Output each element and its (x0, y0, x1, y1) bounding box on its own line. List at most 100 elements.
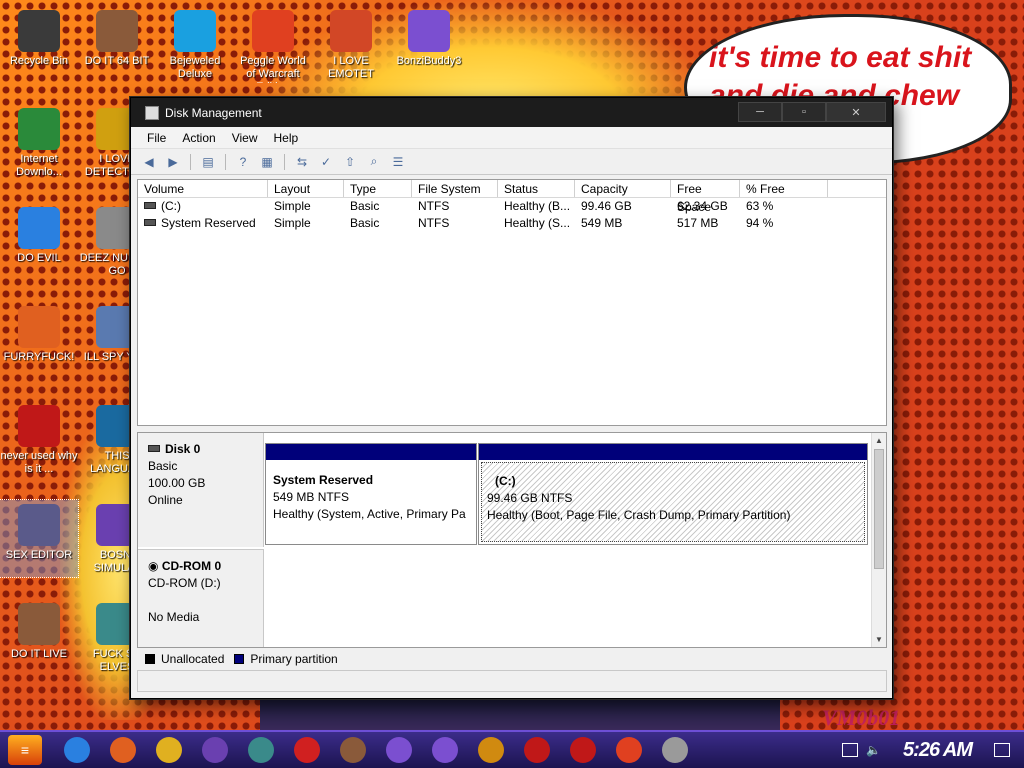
devcpp-icon (18, 405, 60, 447)
column-capacity[interactable]: Capacity (575, 180, 671, 197)
disk-0-size: 100.00 GB (148, 476, 206, 490)
console-tree-icon[interactable]: ▤ (198, 153, 218, 171)
desktop-icon[interactable]: DO IT 64 BIT (78, 6, 156, 83)
column-file-system[interactable]: File System (412, 180, 498, 197)
taskbar-portrait-icon[interactable] (340, 737, 366, 763)
taskbar-disk-management-icon[interactable] (662, 737, 688, 763)
volume-icon (144, 202, 156, 209)
taskbar-peggle-icon[interactable] (616, 737, 642, 763)
column-percent-free[interactable]: % Free (740, 180, 828, 197)
table-cell: 94 % (746, 216, 774, 230)
search-icon[interactable]: ⌕ (364, 153, 384, 171)
window-title: Disk Management (165, 105, 262, 120)
desktop-icon[interactable]: Peggle World of Warcraft Edition (234, 6, 312, 83)
menu-file[interactable]: File (139, 131, 174, 145)
desktop-icon[interactable]: never used why is it ... (0, 401, 78, 478)
powerpoint-icon (330, 10, 372, 52)
back-arrow-icon[interactable]: ◀ (139, 153, 159, 171)
minimize-button[interactable]: ─ (738, 102, 782, 122)
close-button[interactable]: ✕ (826, 102, 886, 122)
cd-icon: ◉ (148, 559, 162, 573)
maximize-button[interactable]: ▫ (782, 102, 826, 122)
desktop-icon[interactable]: BonziBuddy3 (390, 6, 468, 83)
column-type[interactable]: Type (344, 180, 412, 197)
desktop-icon-label: BonziBuddy3 (396, 55, 462, 67)
menu-action[interactable]: Action (174, 131, 223, 145)
graphical-view-scrollbar[interactable]: ▲ ▼ (871, 433, 886, 647)
desktop-icon[interactable]: DO IT LIVE (0, 599, 78, 676)
column-layout[interactable]: Layout (268, 180, 344, 197)
firefox-icon (18, 306, 60, 348)
table-cell: Simple (274, 216, 311, 230)
column-volume[interactable]: Volume (138, 180, 268, 197)
disk-graphical-view[interactable]: Disk 0 Basic 100.00 GB Online System Res… (137, 432, 887, 648)
up-folder-icon[interactable]: ⇧ (340, 153, 360, 171)
hard-disk-icon (148, 445, 160, 452)
taskbar-devcpp-icon[interactable] (570, 737, 596, 763)
scroll-down-icon[interactable]: ▼ (872, 632, 886, 647)
partition-system-reserved[interactable]: System Reserved 549 MB NTFS Healthy (Sys… (265, 443, 477, 545)
taskbar-bonzi-icon[interactable] (432, 737, 458, 763)
desktop-icon[interactable]: DO EVIL (0, 203, 78, 280)
partition-c-drive[interactable]: (C:) 99.46 GB NTFS Healthy (Boot, Page F… (478, 443, 868, 545)
chrome-icon (18, 207, 60, 249)
taskbar-mushroom-icon[interactable] (294, 737, 320, 763)
properties-icon[interactable]: ▦ (257, 153, 277, 171)
desktop-icon-label: Bejeweled Deluxe (169, 55, 221, 80)
check-icon[interactable]: ✓ (316, 153, 336, 171)
notification-icon[interactable] (994, 743, 1010, 757)
desktop-icon[interactable]: FURRYFUCK! (0, 302, 78, 379)
taskbar-scientist-icon[interactable] (248, 737, 274, 763)
download-manager-icon (18, 108, 60, 150)
scroll-thumb[interactable] (874, 449, 884, 569)
cdrom-0-label[interactable]: ◉ CD-ROM 0 CD-ROM (D:) No Media (138, 549, 264, 647)
disk-0-state: Online (148, 493, 183, 507)
cdrom-media: No Media (148, 610, 200, 624)
title-bar[interactable]: Disk Management ─ ▫ ✕ (131, 98, 892, 127)
table-row[interactable]: System Reserved Simple Basic NTFS Healthy (S… (138, 215, 886, 232)
peggle-icon (252, 10, 294, 52)
desktop-icon-label: Internet Downlo... (16, 153, 62, 178)
desktop-icon[interactable]: I LOVE EMOTET (312, 6, 390, 83)
partition-status: Healthy (Boot, Page File, Crash Dump, Pr… (487, 508, 791, 522)
scroll-up-icon[interactable]: ▲ (872, 433, 886, 448)
desktop-icon-label: I LOVE EMOTET (328, 55, 374, 80)
status-bar (137, 670, 887, 692)
disk-0-name: Disk 0 (165, 442, 201, 456)
table-cell: Basic (350, 216, 380, 230)
forward-arrow-icon[interactable]: ▶ (163, 153, 183, 171)
volume-list[interactable]: Volume Layout Type File System Status Ca… (137, 179, 887, 426)
taskbar-firefox-icon[interactable] (110, 737, 136, 763)
taskbar-chrome-icon[interactable] (64, 737, 90, 763)
column-status[interactable]: Status (498, 180, 575, 197)
disk-management-window[interactable]: Disk Management ─ ▫ ✕ File Action View H… (130, 97, 893, 699)
taskbar-file-explorer-icon[interactable] (156, 737, 182, 763)
cdrom-name: CD-ROM 0 (161, 559, 222, 573)
table-row[interactable]: (C:) Simple Basic NTFS Healthy (B... 99.46 GB… (138, 198, 886, 215)
start-button[interactable]: ≡ (8, 735, 42, 765)
desktop-icon[interactable]: Recycle Bin (0, 6, 78, 83)
desktop-icon[interactable]: Bejeweled Deluxe (156, 6, 234, 83)
disk-0-label[interactable]: Disk 0 Basic 100.00 GB Online (138, 433, 264, 547)
desktop-icon-label: FURRYFUCK! (3, 351, 75, 363)
clock[interactable]: 5:26 AM (903, 739, 973, 762)
desktop-icon-label: Peggle World of Warcraft Edition (240, 55, 306, 83)
connect-icon[interactable]: ⇆ (292, 153, 312, 171)
legend-unallocated: Unallocated (161, 652, 225, 666)
network-icon[interactable] (842, 743, 859, 757)
bonzi-icon (408, 10, 450, 52)
desktop-icon[interactable]: Internet Downlo... (0, 104, 78, 181)
taskbar-radiation-icon[interactable] (524, 737, 550, 763)
table-cell: 517 MB (677, 216, 719, 230)
taskbar-virus-icon[interactable] (202, 737, 228, 763)
menu-help[interactable]: Help (266, 131, 307, 145)
taskbar-bonzi-icon[interactable] (386, 737, 412, 763)
menu-view[interactable]: View (224, 131, 266, 145)
cdrom-drive-label: CD-ROM (D:) (148, 576, 221, 590)
help-icon[interactable]: ? (233, 153, 253, 171)
volume-icon[interactable]: 🔈 (866, 743, 881, 757)
column-free-space[interactable]: Free Space (671, 180, 740, 214)
list-icon[interactable]: ☰ (388, 153, 408, 171)
desktop-icon[interactable]: SEX EDITOR (0, 499, 79, 578)
taskbar-scroll-icon[interactable] (478, 737, 504, 763)
